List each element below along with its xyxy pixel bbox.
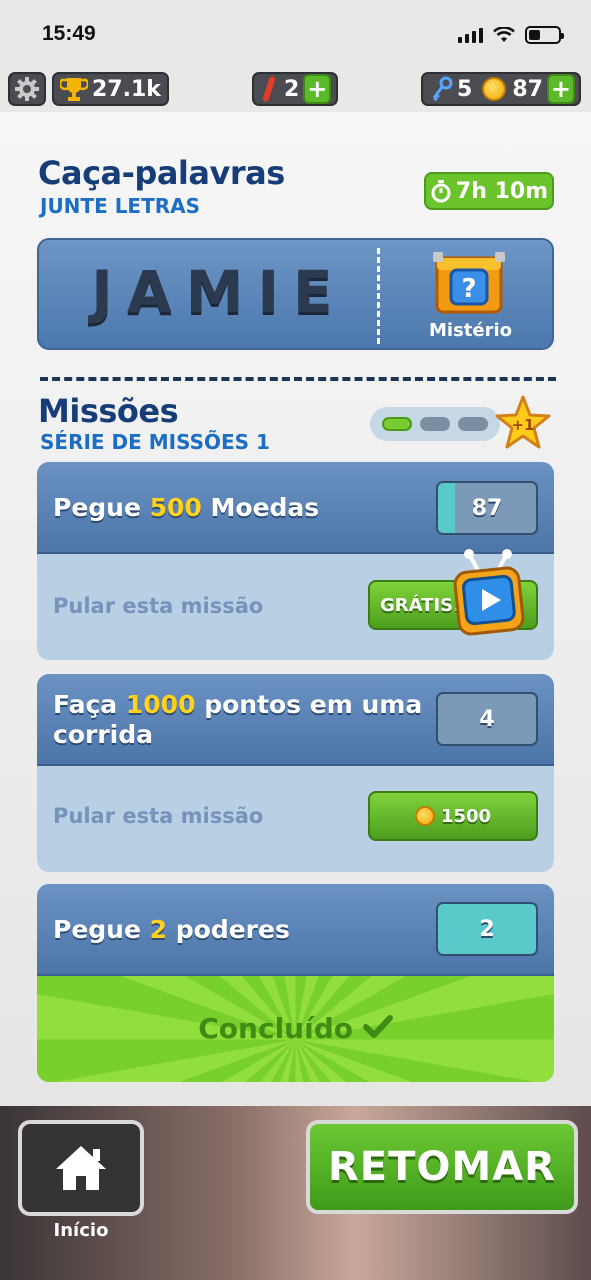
progress-segment-2 [420,417,450,431]
skip-coins-button[interactable]: 1500 [368,791,538,841]
trophy-count: 27.1k [92,76,161,102]
mission-card-3: Pegue 2 poderes 2 Concluído [37,884,554,1082]
word-hunt-title: Caça-palavras [38,154,285,192]
svg-text:?: ? [461,274,476,304]
section-divider [40,377,556,381]
word-divider [377,248,380,344]
resume-button[interactable]: RETOMAR [306,1120,578,1214]
stopwatch-icon [431,180,451,203]
keys-coins-counter[interactable]: 5 87 + [421,72,581,106]
mission-complete-area: Concluído [37,976,554,1082]
video-tv-icon[interactable] [451,548,527,640]
hoverboard-counter[interactable]: 2 + [252,72,338,106]
skip-mission-label-1: Pular esta missão [53,594,264,618]
missions-panel: Caça-palavras JUNTE LETRAS 7h 10m JAMIE … [0,112,591,1106]
key-icon [432,76,453,102]
mission-text-1: Pegue 500 Moedas [53,493,320,522]
event-timer: 7h 10m [424,172,554,210]
free-button-label: GRÁTIS! [380,594,462,616]
gear-icon [15,77,39,101]
settings-button[interactable] [8,72,46,106]
key-count: 5 [457,76,473,102]
mission-header-1: Pegue 500 Moedas 87 [37,462,554,554]
mission-count-1: 87 [436,481,538,535]
add-coins-button[interactable]: + [546,74,575,104]
hoverboard-count: 2 [284,76,300,102]
word-hunt-subtitle: JUNTE LETRAS [40,194,201,218]
mission-card-1: Pegue 500 Moedas 87 Pular esta missão GR… [37,462,554,660]
coin-icon [482,77,507,101]
mystery-box-icon: ? [433,252,505,314]
star-reward-icon: +1 [495,395,551,449]
timer-text: 7h 10m [455,178,549,204]
checkmark-icon [362,1015,393,1038]
status-time: 15:49 [42,22,96,45]
skip-mission-label-2: Pular esta missão [53,804,264,828]
home-button[interactable] [18,1120,144,1216]
battery-icon [525,26,564,44]
mission-text-3: Pegue 2 poderes [53,915,290,944]
word-letters: JAMIE [91,258,347,326]
mission-header-3: Pegue 2 poderes 2 [37,884,554,976]
status-icons [458,26,564,44]
skip-cost: 1500 [440,805,492,827]
trophy-icon [60,78,88,101]
star-reward-text: +1 [511,416,534,434]
coin-icon [414,806,435,826]
progress-segment-3 [458,417,488,431]
mystery-label: Mistério [429,320,513,341]
status-bar: 15:49 [0,0,591,64]
mission-count-2: 4 [436,692,538,746]
mission-count-3: 2 [436,902,538,956]
resource-bar: 27.1k 2 + 5 87 + [0,64,591,112]
home-label: Início [53,1220,109,1241]
wifi-icon [493,27,515,42]
trophy-counter[interactable]: 27.1k [52,72,169,106]
mission-complete-label: Concluído [37,1012,554,1045]
missions-title: Missões [38,392,179,430]
hoverboard-icon [262,76,276,102]
home-icon [56,1146,106,1190]
word-hunt-box[interactable]: JAMIE ? Mistério [37,238,554,350]
signal-icon [458,27,483,43]
mission-header-2: Faça 1000 pontos em uma corrida 4 [37,674,554,766]
add-hoverboard-button[interactable]: + [303,74,332,104]
mission-text-2: Faça 1000 pontos em uma corrida [53,690,423,749]
mission-set-progress [370,407,500,441]
missions-subtitle: SÉRIE DE MISSÕES 1 [40,430,270,454]
mission-card-2: Faça 1000 pontos em uma corrida 4 Pular … [37,674,554,872]
bottom-bar: Início RETOMAR [0,1106,591,1280]
mission-progress-fill-1 [438,483,455,533]
coin-count: 87 [512,76,543,102]
progress-segment-1 [382,417,412,431]
